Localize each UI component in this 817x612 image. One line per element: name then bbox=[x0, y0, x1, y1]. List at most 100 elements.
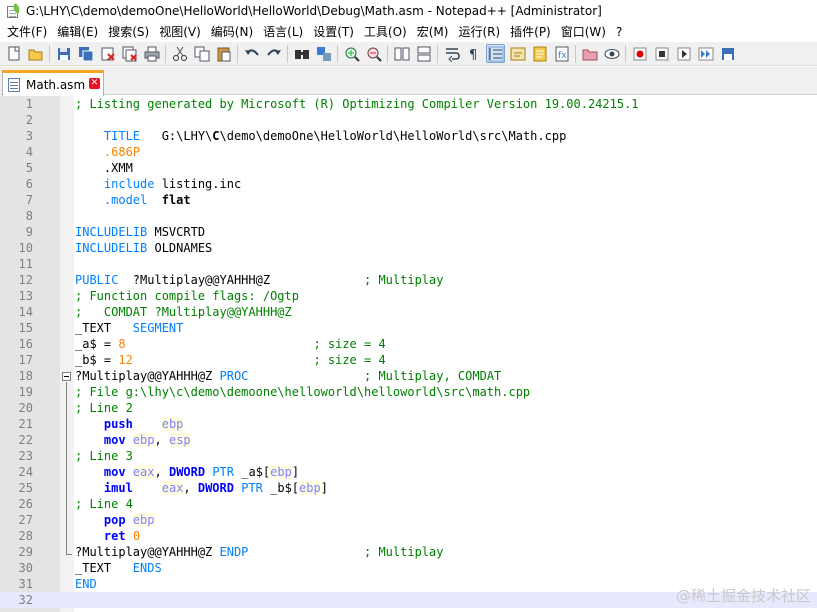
code-line[interactable]: 2 bbox=[0, 112, 817, 128]
svg-text:fx: fx bbox=[558, 51, 567, 61]
editor[interactable]: 1 ; Listing generated by Microsoft (R) Op… bbox=[0, 96, 817, 612]
menu-item[interactable]: 设置(T) bbox=[308, 22, 359, 42]
code-line[interactable]: 3 TITLE G:\LHY\C\demo\demoOne\HelloWorld… bbox=[0, 128, 817, 144]
stop-record-icon[interactable] bbox=[652, 44, 671, 63]
menu-item[interactable]: 编辑(E) bbox=[52, 22, 103, 42]
code-line[interactable]: 10 INCLUDELIB OLDNAMES bbox=[0, 240, 817, 256]
copy-icon[interactable] bbox=[192, 44, 211, 63]
fold-collapse-icon[interactable] bbox=[62, 372, 71, 381]
menu-item[interactable]: 宏(M) bbox=[412, 22, 454, 42]
save-macro-icon[interactable] bbox=[718, 44, 737, 63]
fold-end-marker bbox=[66, 554, 72, 555]
close-tab-icon[interactable]: ✕ bbox=[89, 78, 100, 89]
code-line[interactable]: 12 PUBLIC ?Multiplay@@YAHHH@Z ; Multiplay bbox=[0, 272, 817, 288]
udl-icon[interactable] bbox=[508, 44, 527, 63]
code-line[interactable]: 16 _a$ = 8 ; size = 4 bbox=[0, 336, 817, 352]
new-file-icon[interactable] bbox=[4, 44, 23, 63]
doc-map-icon[interactable] bbox=[530, 44, 549, 63]
line-number: 25 bbox=[18, 481, 33, 495]
find-icon[interactable] bbox=[292, 44, 311, 63]
save-all-icon[interactable] bbox=[76, 44, 95, 63]
code-line[interactable]: 22 mov ebp, esp bbox=[0, 432, 817, 448]
sync-horizontal-icon[interactable] bbox=[414, 44, 433, 63]
code-token: ret bbox=[103, 529, 126, 543]
code-token: _TEXT bbox=[75, 561, 133, 575]
zoom-in-icon[interactable] bbox=[342, 44, 361, 63]
redo-icon[interactable] bbox=[264, 44, 283, 63]
code-token: 12 bbox=[118, 353, 133, 367]
toolbar: ¶ fx bbox=[0, 42, 817, 66]
folder-workspace-icon[interactable] bbox=[580, 44, 599, 63]
code-line[interactable]: 7 .model flat bbox=[0, 192, 817, 208]
code-text: _TEXT ENDS bbox=[75, 560, 162, 576]
menu-item[interactable]: 语言(L) bbox=[258, 22, 308, 42]
code-line[interactable]: 18 ?Multiplay@@YAHHH@Z PROC ; Multiplay, … bbox=[0, 368, 817, 384]
cut-icon[interactable] bbox=[170, 44, 189, 63]
tab-math-asm[interactable]: Math.asm ✕ bbox=[2, 70, 104, 96]
line-number: 17 bbox=[18, 353, 33, 367]
menu-item[interactable]: 编码(N) bbox=[206, 22, 258, 42]
code-line[interactable]: 17 _b$ = 12 ; size = 4 bbox=[0, 352, 817, 368]
menu-item[interactable]: 搜索(S) bbox=[103, 22, 154, 42]
code-text: include listing.inc bbox=[75, 176, 241, 192]
code-line[interactable]: 14 ; COMDAT ?Multiplay@@YAHHH@Z bbox=[0, 304, 817, 320]
menu-item[interactable]: ? bbox=[611, 22, 627, 42]
close-icon[interactable] bbox=[98, 44, 117, 63]
code-line[interactable]: 1 ; Listing generated by Microsoft (R) Op… bbox=[0, 96, 817, 112]
code-text: _TEXT SEGMENT bbox=[75, 320, 183, 336]
code-line[interactable]: 13 ; Function compile flags: /Ogtp bbox=[0, 288, 817, 304]
code-line[interactable]: 11 bbox=[0, 256, 817, 272]
code-line[interactable]: 24 mov eax, DWORD PTR _a$[ebp] bbox=[0, 464, 817, 480]
close-all-icon[interactable] bbox=[120, 44, 139, 63]
code-line[interactable]: 25 imul eax, DWORD PTR _b$[ebp] bbox=[0, 480, 817, 496]
code-line[interactable]: 30 _TEXT ENDS bbox=[0, 560, 817, 576]
code-line[interactable]: 27 pop ebp bbox=[0, 512, 817, 528]
open-file-icon[interactable] bbox=[26, 44, 45, 63]
menu-item[interactable]: 窗口(W) bbox=[556, 22, 611, 42]
code-token: include bbox=[103, 177, 155, 191]
save-icon[interactable] bbox=[54, 44, 73, 63]
undo-icon[interactable] bbox=[242, 44, 261, 63]
toolbar-separator bbox=[287, 44, 288, 63]
paste-icon[interactable] bbox=[214, 44, 233, 63]
code-line[interactable]: 20 ; Line 2 bbox=[0, 400, 817, 416]
function-list-icon[interactable]: fx bbox=[552, 44, 571, 63]
sync-vertical-icon[interactable] bbox=[392, 44, 411, 63]
monitoring-icon[interactable] bbox=[602, 44, 621, 63]
code-line[interactable]: 19 ; File g:\lhy\c\demo\demoone\helloworl… bbox=[0, 384, 817, 400]
code-line[interactable]: 8 bbox=[0, 208, 817, 224]
menu-item[interactable]: 视图(V) bbox=[154, 22, 206, 42]
word-wrap-icon[interactable] bbox=[442, 44, 461, 63]
run-macro-multiple-icon[interactable] bbox=[696, 44, 715, 63]
menu-item[interactable]: 文件(F) bbox=[2, 22, 52, 42]
code-token: ] bbox=[291, 465, 300, 479]
replace-icon[interactable] bbox=[314, 44, 333, 63]
menu-item[interactable]: 工具(O) bbox=[359, 22, 412, 42]
code-line[interactable]: 9 INCLUDELIB MSVCRTD bbox=[0, 224, 817, 240]
show-all-chars-icon[interactable]: ¶ bbox=[464, 44, 483, 63]
menu-item[interactable]: 插件(P) bbox=[505, 22, 556, 42]
code-token: ebp bbox=[161, 417, 184, 431]
code-line[interactable]: 15 _TEXT SEGMENT bbox=[0, 320, 817, 336]
code-line[interactable]: 28 ret 0 bbox=[0, 528, 817, 544]
print-icon[interactable] bbox=[142, 44, 161, 63]
menu-item[interactable]: 运行(R) bbox=[453, 22, 505, 42]
zoom-out-icon[interactable] bbox=[364, 44, 383, 63]
code-line[interactable]: 29 ?Multiplay@@YAHHH@Z ENDP ; Multiplay bbox=[0, 544, 817, 560]
play-macro-icon[interactable] bbox=[674, 44, 693, 63]
code-line[interactable]: 5 .XMM bbox=[0, 160, 817, 176]
code-line[interactable]: 4 .686P bbox=[0, 144, 817, 160]
code-line[interactable]: 23 ; Line 3 bbox=[0, 448, 817, 464]
line-number: 4 bbox=[25, 145, 33, 159]
indent-guide-icon[interactable] bbox=[486, 44, 505, 63]
code-line[interactable]: 21 push ebp bbox=[0, 416, 817, 432]
line-number: 22 bbox=[18, 433, 33, 447]
code-line[interactable]: 26 ; Line 4 bbox=[0, 496, 817, 512]
record-macro-icon[interactable] bbox=[630, 44, 649, 63]
code-text: TITLE G:\LHY\C\demo\demoOne\HelloWorld\H… bbox=[75, 128, 566, 144]
code-line[interactable]: 6 include listing.inc bbox=[0, 176, 817, 192]
